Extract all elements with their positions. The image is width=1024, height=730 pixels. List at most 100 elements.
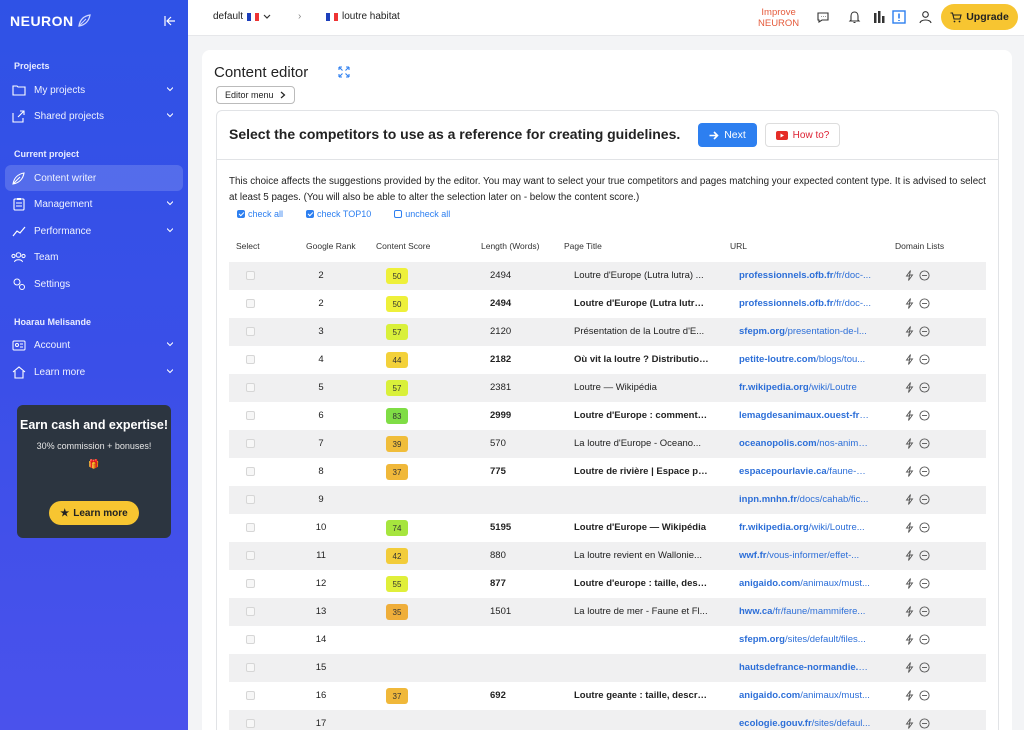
- editor-menu-button[interactable]: Editor menu: [216, 86, 295, 104]
- row-select-checkbox[interactable]: [246, 299, 255, 308]
- uncheck-all-control[interactable]: uncheck all: [394, 209, 450, 219]
- user-icon[interactable]: [917, 9, 933, 25]
- remove-circle-icon[interactable]: [919, 326, 930, 337]
- lightning-icon[interactable]: [905, 662, 914, 673]
- remove-circle-icon[interactable]: [919, 382, 930, 393]
- row-url-link[interactable]: hww.ca/fr/faune/mammifere...: [739, 606, 871, 617]
- upgrade-button[interactable]: Upgrade: [941, 4, 1018, 30]
- row-url-link[interactable]: ecologie.gouv.fr/sites/defaul...: [739, 718, 871, 729]
- table-row[interactable]: 2 50 2494 Loutre d'Europe (Lutra lutra) ...…: [229, 262, 986, 290]
- neuron-logo[interactable]: NEURON: [10, 13, 91, 29]
- row-select-checkbox[interactable]: [246, 327, 255, 336]
- row-url-link[interactable]: wwf.fr/vous-informer/effet-...: [739, 550, 871, 561]
- lightning-icon[interactable]: [905, 578, 914, 589]
- lightning-icon[interactable]: [905, 410, 914, 421]
- row-url-link[interactable]: anigaido.com/animaux/must...: [739, 690, 871, 701]
- lightning-icon[interactable]: [905, 522, 914, 533]
- lightning-icon[interactable]: [905, 718, 914, 729]
- remove-circle-icon[interactable]: [919, 550, 930, 561]
- next-button[interactable]: Next: [698, 123, 757, 147]
- row-select-checkbox[interactable]: [246, 523, 255, 532]
- lightning-icon[interactable]: [905, 690, 914, 701]
- table-row[interactable]: 16 37 692 Loutre geante : taille, descrip..…: [229, 682, 986, 710]
- table-row[interactable]: 8 37 775 Loutre de rivière | Espace po... es…: [229, 458, 986, 486]
- check-top10-control[interactable]: check TOP10: [306, 209, 371, 219]
- row-select-checkbox[interactable]: [246, 719, 255, 728]
- row-select-checkbox[interactable]: [246, 467, 255, 476]
- table-row[interactable]: 17 ecologie.gouv.fr/sites/defaul...: [229, 710, 986, 730]
- remove-circle-icon[interactable]: [919, 690, 930, 701]
- table-row[interactable]: 11 42 880 La loutre revient en Wallonie... w…: [229, 542, 986, 570]
- table-row[interactable]: 13 35 1501 La loutre de mer - Faune et Fl..…: [229, 598, 986, 626]
- workspace-selector[interactable]: default: [213, 11, 271, 22]
- sidebar-item-performance[interactable]: Performance: [5, 218, 183, 244]
- row-select-checkbox[interactable]: [246, 691, 255, 700]
- table-row[interactable]: 12 55 877 Loutre d'europe : taille, descr..…: [229, 570, 986, 598]
- row-url-link[interactable]: fr.wikipedia.org/wiki/Loutre: [739, 382, 871, 393]
- row-select-checkbox[interactable]: [246, 411, 255, 420]
- table-row[interactable]: 4 44 2182 Où vit la loutre ? Distribution..…: [229, 346, 986, 374]
- remove-circle-icon[interactable]: [919, 298, 930, 309]
- remove-circle-icon[interactable]: [919, 354, 930, 365]
- table-row[interactable]: 15 hautsdefrance-normandie.c...: [229, 654, 986, 682]
- bell-icon[interactable]: [846, 9, 862, 25]
- remove-circle-icon[interactable]: [919, 410, 930, 421]
- row-select-checkbox[interactable]: [246, 383, 255, 392]
- row-url-link[interactable]: sfepm.org/sites/default/files...: [739, 634, 871, 645]
- remove-circle-icon[interactable]: [919, 270, 930, 281]
- expand-icon[interactable]: [338, 66, 350, 78]
- lightning-icon[interactable]: [905, 382, 914, 393]
- lightning-icon[interactable]: [905, 326, 914, 337]
- alert-icon[interactable]: [891, 9, 907, 25]
- row-select-checkbox[interactable]: [246, 355, 255, 364]
- row-select-checkbox[interactable]: [246, 579, 255, 588]
- row-url-link[interactable]: petite-loutre.com/blogs/tou...: [739, 354, 871, 365]
- row-url-link[interactable]: fr.wikipedia.org/wiki/Loutre...: [739, 522, 871, 533]
- lightning-icon[interactable]: [905, 606, 914, 617]
- project-selector[interactable]: loutre habitat: [326, 11, 400, 22]
- table-row[interactable]: 3 57 2120 Présentation de la Loutre d'E... s…: [229, 318, 986, 346]
- lightning-icon[interactable]: [905, 270, 914, 281]
- row-url-link[interactable]: professionnels.ofb.fr/fr/doc-...: [739, 298, 871, 309]
- chat-icon[interactable]: [815, 9, 831, 25]
- remove-circle-icon[interactable]: [919, 578, 930, 589]
- table-row[interactable]: 9 inpn.mnhn.fr/docs/cahab/fic...: [229, 486, 986, 514]
- row-url-link[interactable]: hautsdefrance-normandie.c...: [739, 662, 871, 673]
- table-row[interactable]: 10 74 5195 Loutre d'Europe — Wikipédia fr.wi…: [229, 514, 986, 542]
- how-to-button[interactable]: How to?: [765, 123, 840, 147]
- row-select-checkbox[interactable]: [246, 635, 255, 644]
- remove-circle-icon[interactable]: [919, 494, 930, 505]
- sidebar-item-account[interactable]: Account: [5, 332, 183, 358]
- row-select-checkbox[interactable]: [246, 271, 255, 280]
- table-row[interactable]: 2 50 2494 Loutre d'Europe (Lutra lutra) ...…: [229, 290, 986, 318]
- remove-circle-icon[interactable]: [919, 438, 930, 449]
- table-row[interactable]: 6 83 2999 Loutre d'Europe : comment e... lem…: [229, 402, 986, 430]
- check-all-control[interactable]: check all: [237, 209, 283, 219]
- row-url-link[interactable]: espacepourlavie.ca/faune-bi...: [739, 466, 871, 477]
- lightning-icon[interactable]: [905, 438, 914, 449]
- sidebar-item-my-projects[interactable]: My projects: [5, 77, 183, 103]
- row-select-checkbox[interactable]: [246, 551, 255, 560]
- lightning-icon[interactable]: [905, 494, 914, 505]
- sidebar-item-settings[interactable]: Settings: [5, 271, 183, 297]
- row-url-link[interactable]: inpn.mnhn.fr/docs/cahab/fic...: [739, 494, 871, 505]
- table-row[interactable]: 5 57 2381 Loutre — Wikipédia fr.wikipedia.or…: [229, 374, 986, 402]
- table-row[interactable]: 14 sfepm.org/sites/default/files...: [229, 626, 986, 654]
- remove-circle-icon[interactable]: [919, 634, 930, 645]
- stats-icon[interactable]: [871, 9, 887, 25]
- lightning-icon[interactable]: [905, 298, 914, 309]
- remove-circle-icon[interactable]: [919, 466, 930, 477]
- row-url-link[interactable]: anigaido.com/animaux/must...: [739, 578, 871, 589]
- sidebar-item-shared-projects[interactable]: Shared projects: [5, 103, 183, 129]
- sidebar-item-content-writer[interactable]: Content writer: [5, 165, 183, 191]
- improve-neuron-link[interactable]: Improve NEURON: [758, 7, 799, 29]
- remove-circle-icon[interactable]: [919, 606, 930, 617]
- lightning-icon[interactable]: [905, 634, 914, 645]
- sidebar-item-learn-more[interactable]: Learn more: [5, 359, 183, 385]
- collapse-sidebar-icon[interactable]: [164, 15, 176, 27]
- row-select-checkbox[interactable]: [246, 495, 255, 504]
- sidebar-item-team[interactable]: Team: [5, 244, 183, 270]
- row-select-checkbox[interactable]: [246, 439, 255, 448]
- row-url-link[interactable]: sfepm.org/presentation-de-l...: [739, 326, 871, 337]
- lightning-icon[interactable]: [905, 550, 914, 561]
